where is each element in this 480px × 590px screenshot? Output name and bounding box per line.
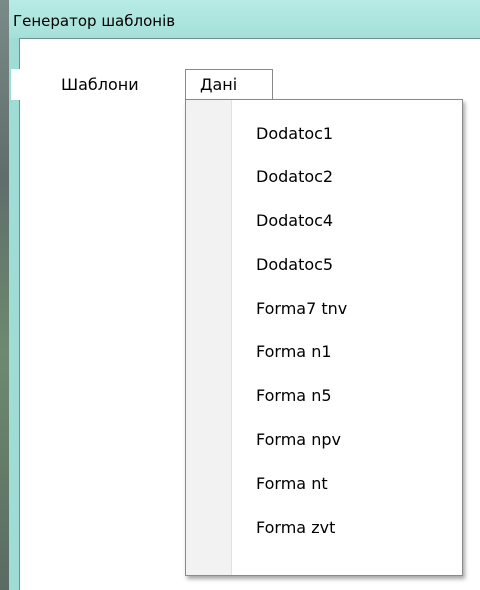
data-dropdown-menu: Dodatoc1 Dodatoc2 Dodatoc4 Dodatoc5 Form… <box>185 99 463 576</box>
menu-item-dodatoc5[interactable]: Dodatoc5 <box>256 243 333 287</box>
menu-templates[interactable]: Шаблони <box>53 69 147 100</box>
menu-item-dodatoc4[interactable]: Dodatoc4 <box>256 199 333 243</box>
desktop-background <box>0 0 9 590</box>
menu-item-dodatoc2[interactable]: Dodatoc2 <box>256 155 333 199</box>
menubar: Шаблони Дані <box>11 69 480 100</box>
menu-item-forma-nt[interactable]: Forma nt <box>256 462 328 506</box>
menu-data[interactable]: Дані <box>185 69 273 100</box>
menu-icon-gutter <box>186 100 232 575</box>
menu-item-forma7-tnv[interactable]: Forma7 tnv <box>256 287 347 331</box>
menu-item-forma-npv[interactable]: Forma npv <box>256 418 341 462</box>
window-title: Генератор шаблонів <box>13 12 176 30</box>
menu-item-forma-zvt[interactable]: Forma zvt <box>256 506 335 550</box>
menu-item-dodatoc1[interactable]: Dodatoc1 <box>256 112 333 156</box>
menu-item-forma-n5[interactable]: Forma n5 <box>256 374 332 418</box>
title-bar[interactable]: Генератор шаблонів <box>9 0 480 38</box>
menu-item-forma-n1[interactable]: Forma n1 <box>256 330 332 374</box>
